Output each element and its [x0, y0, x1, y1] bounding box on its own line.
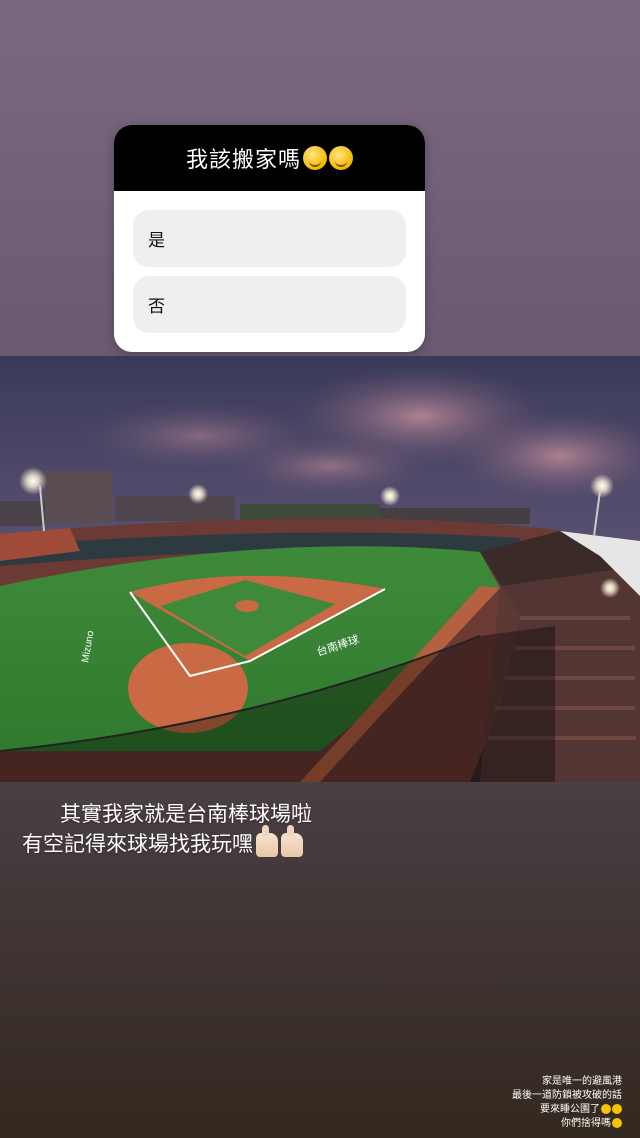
poll-option-yes-label: 是 [148, 231, 165, 251]
caption-line-2: 有空記得來球場找我玩嘿 [22, 825, 303, 861]
sweat-emoji-icon [612, 1104, 622, 1114]
poll-question-header: 我該搬家嗎 [114, 125, 425, 191]
laughing-tears-emoji-icon [329, 146, 353, 170]
poll-question: 我該搬家嗎 [185, 148, 301, 173]
caption-line-2-text: 有空記得來球場找我玩嘿 [22, 832, 253, 856]
note-line-4-text: 你們捨得嗎 [561, 1118, 611, 1129]
note-line-3: 要來睡公園了 [512, 1103, 622, 1117]
poll-option-no[interactable]: 否 [133, 276, 406, 333]
note-line-2: 最後一道防鎖被攻破的話 [512, 1090, 622, 1101]
note-line-4: 你們捨得嗎 [512, 1117, 622, 1131]
poll-option-yes[interactable]: 是 [133, 210, 406, 267]
poll-option-no-label: 否 [148, 297, 165, 317]
smirk-emoji-icon [303, 146, 327, 170]
caption-line-1-text: 其實我家就是台南棒球場啦 [60, 802, 312, 826]
caption-line-1: 其實我家就是台南棒球場啦 [60, 798, 312, 831]
note-line-1: 家是唯一的避風港 [542, 1076, 622, 1087]
poll-sticker[interactable]: 我該搬家嗎 是 否 [114, 125, 425, 352]
stadium-photo: Mizuno 台南棒球 [0, 356, 640, 782]
small-note: 家是唯一的避風港 最後一道防鎖被攻破的話 要來睡公園了 你們捨得嗎 [512, 1075, 622, 1131]
note-line-3-text: 要來睡公園了 [540, 1104, 600, 1115]
thumbs-up-icon [256, 825, 278, 857]
sweat-emoji-icon [601, 1104, 611, 1114]
sad-emoji-icon [612, 1118, 622, 1128]
thumbs-up-icon [281, 825, 303, 857]
